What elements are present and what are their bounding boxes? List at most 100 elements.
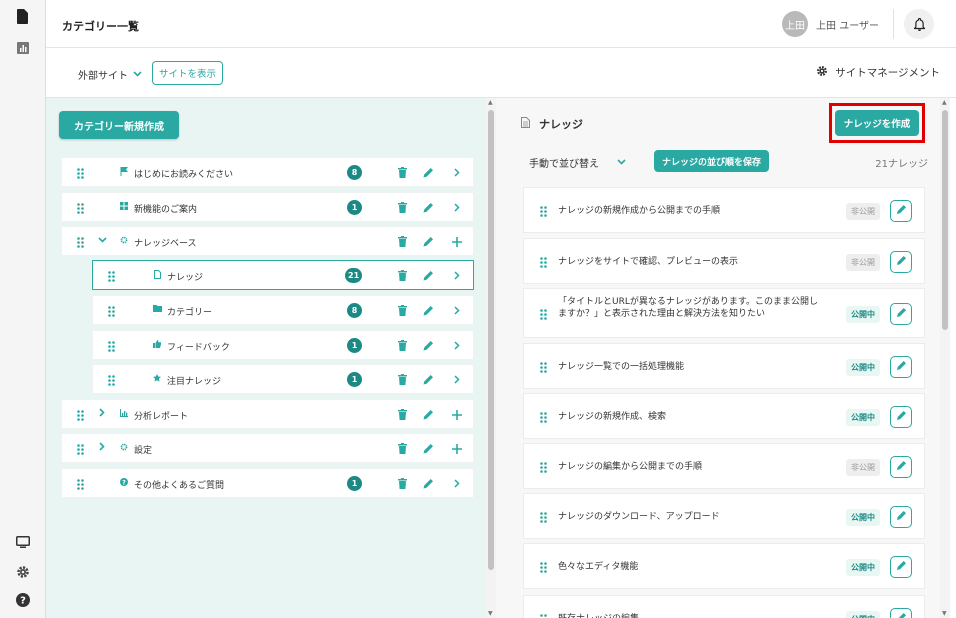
chevron-right-icon[interactable] [450, 338, 464, 353]
edit-button[interactable] [890, 251, 912, 273]
pencil-icon[interactable] [421, 372, 435, 387]
knowledge-item[interactable]: ナレッジをサイトで確認、プレビューの表示 非公開 [523, 238, 925, 284]
edit-button[interactable] [890, 456, 912, 478]
scroll-up-icon[interactable]: ▲ [942, 99, 947, 106]
trash-icon[interactable] [395, 372, 409, 387]
pencil-icon[interactable] [421, 234, 435, 249]
knowledge-item[interactable]: ナレッジの新規作成から公開までの手順 非公開 [523, 187, 925, 233]
pencil-icon[interactable] [421, 338, 435, 353]
drag-handle-icon[interactable] [538, 612, 548, 618]
sort-select[interactable]: 手動で並び替え [529, 155, 626, 170]
notification-bell-icon[interactable] [904, 9, 934, 39]
edit-button[interactable] [890, 200, 912, 222]
drag-handle-icon[interactable] [538, 510, 548, 524]
edit-button[interactable] [890, 406, 912, 428]
pencil-icon[interactable] [421, 268, 435, 283]
analytics-icon[interactable] [13, 38, 33, 58]
view-site-button[interactable]: サイトを表示 [152, 61, 224, 85]
trash-icon[interactable] [395, 441, 409, 456]
chevron-right-icon[interactable] [450, 372, 464, 387]
drag-handle-icon[interactable] [75, 408, 85, 422]
right-scrollbar[interactable]: ▲ ▼ [940, 98, 950, 618]
pencil-icon[interactable] [421, 200, 435, 215]
category-row[interactable]: 分析レポート [61, 399, 474, 429]
knowledge-item[interactable]: 色々なエディタ機能 公開中 [523, 543, 925, 589]
drag-handle-icon[interactable] [106, 339, 116, 353]
chevron-right-icon[interactable] [97, 408, 107, 420]
site-select[interactable]: 外部サイト [78, 67, 142, 82]
chevron-down-icon[interactable] [97, 235, 107, 246]
drag-handle-icon[interactable] [75, 442, 85, 456]
pencil-icon[interactable] [421, 407, 435, 422]
category-row[interactable]: 新機能のご案内 1 [61, 192, 474, 222]
plus-icon[interactable] [450, 441, 464, 456]
category-row[interactable]: 注目ナレッジ 1 [92, 364, 474, 394]
plus-icon[interactable] [450, 234, 464, 249]
drag-handle-icon[interactable] [538, 360, 548, 374]
save-order-button[interactable]: ナレッジの並び順を保存 [654, 150, 770, 172]
knowledge-item[interactable]: 既存ナレッジの編集 公開中 [523, 595, 925, 618]
chevron-right-icon[interactable] [450, 268, 464, 283]
edit-button[interactable] [890, 356, 912, 378]
trash-icon[interactable] [395, 407, 409, 422]
site-management-link[interactable]: サイトマネージメント [816, 65, 940, 80]
knowledge-item[interactable]: 「タイトルとURLが異なるナレッジがあります。このまま公開しますか？」と表示され… [523, 288, 925, 338]
trash-icon[interactable] [395, 476, 409, 491]
drag-handle-icon[interactable] [75, 235, 85, 249]
drag-handle-icon[interactable] [75, 166, 85, 180]
drag-handle-icon[interactable] [106, 373, 116, 387]
create-category-button[interactable]: カテゴリー新規作成 [59, 111, 179, 139]
chevron-right-icon[interactable] [450, 165, 464, 180]
chevron-right-icon[interactable] [450, 303, 464, 318]
drag-handle-icon[interactable] [538, 410, 548, 424]
pencil-icon[interactable] [421, 441, 435, 456]
trash-icon[interactable] [395, 268, 409, 283]
user-name[interactable]: 上田 ユーザー [816, 17, 879, 32]
category-row[interactable]: ナレッジベース [61, 226, 474, 256]
knowledge-item[interactable]: ナレッジの新規作成、検索 公開中 [523, 393, 925, 439]
drag-handle-icon[interactable] [106, 304, 116, 318]
pencil-icon[interactable] [421, 165, 435, 180]
chevron-right-icon[interactable] [450, 200, 464, 215]
chevron-right-icon[interactable] [450, 476, 464, 491]
scroll-down-icon[interactable]: ▼ [488, 610, 493, 617]
create-knowledge-button[interactable]: ナレッジを作成 [835, 110, 919, 136]
trash-icon[interactable] [395, 234, 409, 249]
drag-handle-icon[interactable] [538, 307, 548, 321]
settings-icon[interactable] [13, 562, 33, 582]
trash-icon[interactable] [395, 303, 409, 318]
category-row[interactable]: ? その他よくあるご質問 1 [61, 468, 474, 498]
edit-button[interactable] [890, 303, 912, 325]
scroll-thumb[interactable] [488, 110, 494, 570]
knowledge-item[interactable]: ナレッジのダウンロード、アップロード 公開中 [523, 493, 925, 539]
knowledge-item[interactable]: ナレッジ一覧での一括処理機能 公開中 [523, 343, 925, 389]
plus-icon[interactable] [450, 407, 464, 422]
edit-button[interactable] [890, 608, 912, 618]
pencil-icon[interactable] [421, 476, 435, 491]
chevron-right-icon[interactable] [97, 442, 107, 454]
knowledge-item[interactable]: ナレッジの編集から公開までの手順 非公開 [523, 443, 925, 489]
drag-handle-icon[interactable] [538, 460, 548, 474]
trash-icon[interactable] [395, 200, 409, 215]
scroll-up-icon[interactable]: ▲ [488, 99, 493, 106]
edit-button[interactable] [890, 506, 912, 528]
left-scrollbar[interactable]: ▲ ▼ [486, 98, 496, 618]
pencil-icon[interactable] [421, 303, 435, 318]
trash-icon[interactable] [395, 165, 409, 180]
category-row[interactable]: ナレッジ 21 [92, 260, 474, 290]
help-icon[interactable]: ? [13, 590, 33, 610]
user-menu[interactable]: 上田 上田 ユーザー [782, 8, 934, 40]
drag-handle-icon[interactable] [538, 255, 548, 269]
scroll-thumb[interactable] [942, 110, 948, 330]
trash-icon[interactable] [395, 338, 409, 353]
scroll-down-icon[interactable]: ▼ [942, 610, 947, 617]
drag-handle-icon[interactable] [538, 204, 548, 218]
category-row[interactable]: 設定 [61, 433, 474, 463]
avatar[interactable]: 上田 [782, 11, 809, 37]
drag-handle-icon[interactable] [75, 477, 85, 491]
category-row[interactable]: カテゴリー 8 [92, 295, 474, 325]
drag-handle-icon[interactable] [538, 560, 548, 574]
category-row[interactable]: はじめにお読みください 8 [61, 157, 474, 187]
drag-handle-icon[interactable] [75, 201, 85, 215]
category-row[interactable]: フィードバック 1 [92, 330, 474, 360]
